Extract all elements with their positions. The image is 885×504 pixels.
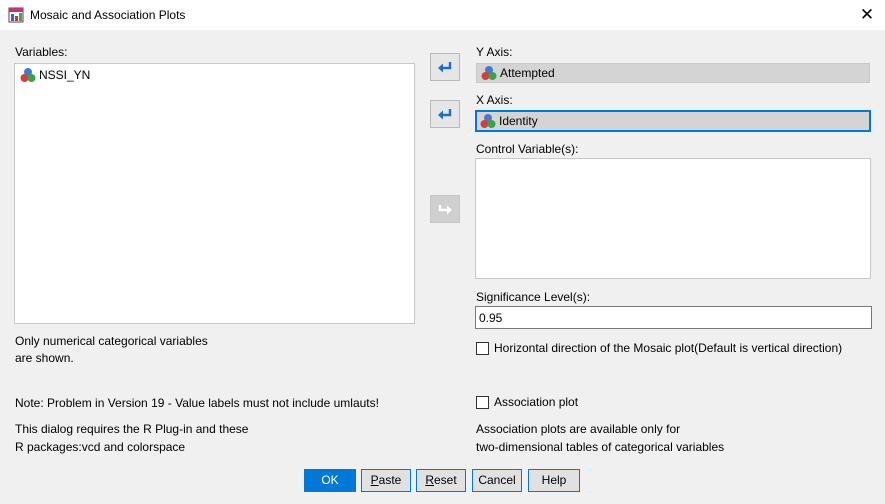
paste-label-rest: aste xyxy=(378,473,402,487)
title-bar: Mosaic and Association Plots ✕ xyxy=(0,0,885,30)
move-arrow-icon xyxy=(438,109,452,120)
move-to-x-axis-button[interactable] xyxy=(430,100,460,128)
paste-mnemonic: P xyxy=(370,473,379,487)
association-plot-checkbox[interactable] xyxy=(476,396,489,409)
reset-label-rest: eset xyxy=(433,473,457,487)
significance-label: Significance Level(s): xyxy=(476,290,591,304)
variable-name: NSSI_YN xyxy=(39,68,91,82)
cancel-button[interactable]: Cancel xyxy=(472,469,522,492)
variables-label: Variables: xyxy=(15,45,68,59)
spss-dialog-icon xyxy=(8,7,24,23)
control-variables-label: Control Variable(s): xyxy=(476,142,579,156)
x-axis-value: Identity xyxy=(499,114,538,128)
x-axis-field[interactable]: Identity xyxy=(475,110,871,132)
list-item[interactable]: NSSI_YN xyxy=(20,67,90,83)
window-title: Mosaic and Association Plots xyxy=(30,8,186,22)
y-axis-label: Y Axis: xyxy=(476,45,513,59)
note-version: Note: Problem in Version 19 - Value labe… xyxy=(15,396,379,410)
association-note-line1: Association plots are available only for xyxy=(476,422,681,436)
note-numerical-line2: are shown. xyxy=(15,351,74,365)
move-to-y-axis-button[interactable] xyxy=(430,53,460,81)
y-axis-value: Attempted xyxy=(500,66,555,80)
paste-button[interactable]: Paste xyxy=(361,469,411,492)
nominal-variable-icon xyxy=(20,68,36,82)
control-variables-list[interactable] xyxy=(475,158,871,279)
significance-input[interactable]: 0.95 xyxy=(475,306,872,329)
help-button[interactable]: Help xyxy=(528,469,580,492)
nominal-variable-icon xyxy=(480,114,496,128)
nominal-variable-icon xyxy=(481,66,497,80)
reset-button[interactable]: Reset xyxy=(416,469,466,492)
move-to-control-button[interactable] xyxy=(430,195,460,223)
ok-button[interactable]: OK xyxy=(304,469,356,492)
move-back-arrow-icon xyxy=(438,205,452,215)
move-arrow-icon xyxy=(438,62,452,73)
note-r-line1: This dialog requires the R Plug-in and t… xyxy=(15,422,249,436)
association-note-line2: two-dimensional tables of categorical va… xyxy=(476,440,725,454)
close-button[interactable]: ✕ xyxy=(852,2,882,28)
significance-value: 0.95 xyxy=(479,311,503,325)
x-axis-label: X Axis: xyxy=(476,93,513,107)
association-plot-label[interactable]: Association plot xyxy=(494,395,578,409)
y-axis-field[interactable]: Attempted xyxy=(476,63,870,83)
note-r-line2: R packages:vcd and colorspace xyxy=(15,440,186,454)
reset-mnemonic: R xyxy=(425,473,434,487)
horizontal-direction-checkbox[interactable] xyxy=(476,342,489,355)
variables-list[interactable]: NSSI_YN xyxy=(14,63,415,324)
horizontal-direction-label[interactable]: Horizontal direction of the Mosaic plot(… xyxy=(494,341,842,355)
note-numerical-line1: Only numerical categorical variables xyxy=(15,334,208,348)
